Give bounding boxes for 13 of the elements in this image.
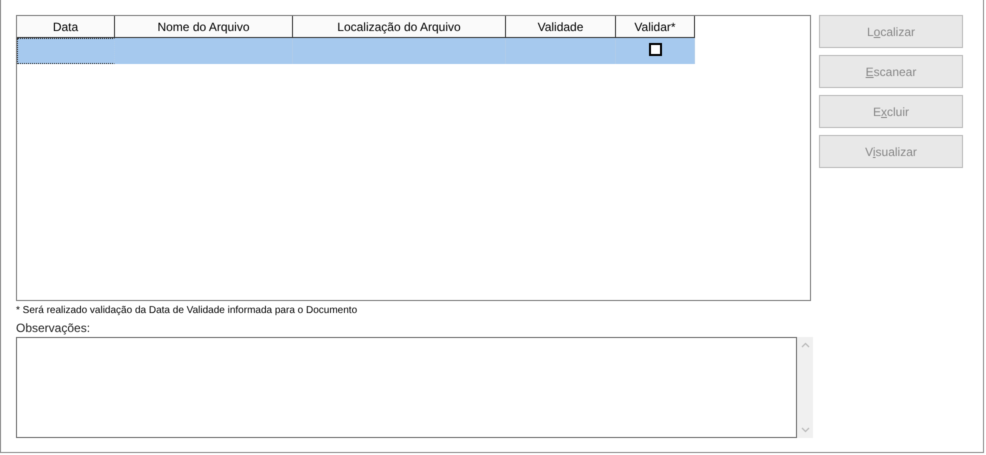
scrollbar[interactable] <box>797 337 813 438</box>
column-header[interactable]: Validar* <box>616 16 695 38</box>
scroll-up-icon[interactable] <box>800 342 810 348</box>
column-header[interactable]: Localização do Arquivo <box>293 16 506 38</box>
column-header[interactable]: Validade <box>506 16 616 38</box>
scroll-down-icon[interactable] <box>800 427 810 433</box>
observations-field[interactable] <box>16 337 797 438</box>
column-header[interactable]: Data <box>17 16 115 38</box>
checkbox[interactable] <box>648 43 662 56</box>
validation-note: * Será realizado validação da Data de Validade informada para o Documento <box>16 305 358 318</box>
table-cell[interactable] <box>17 38 115 64</box>
observations-label: Observações: <box>16 321 92 335</box>
column-header[interactable]: Nome do Arquivo <box>115 16 293 38</box>
